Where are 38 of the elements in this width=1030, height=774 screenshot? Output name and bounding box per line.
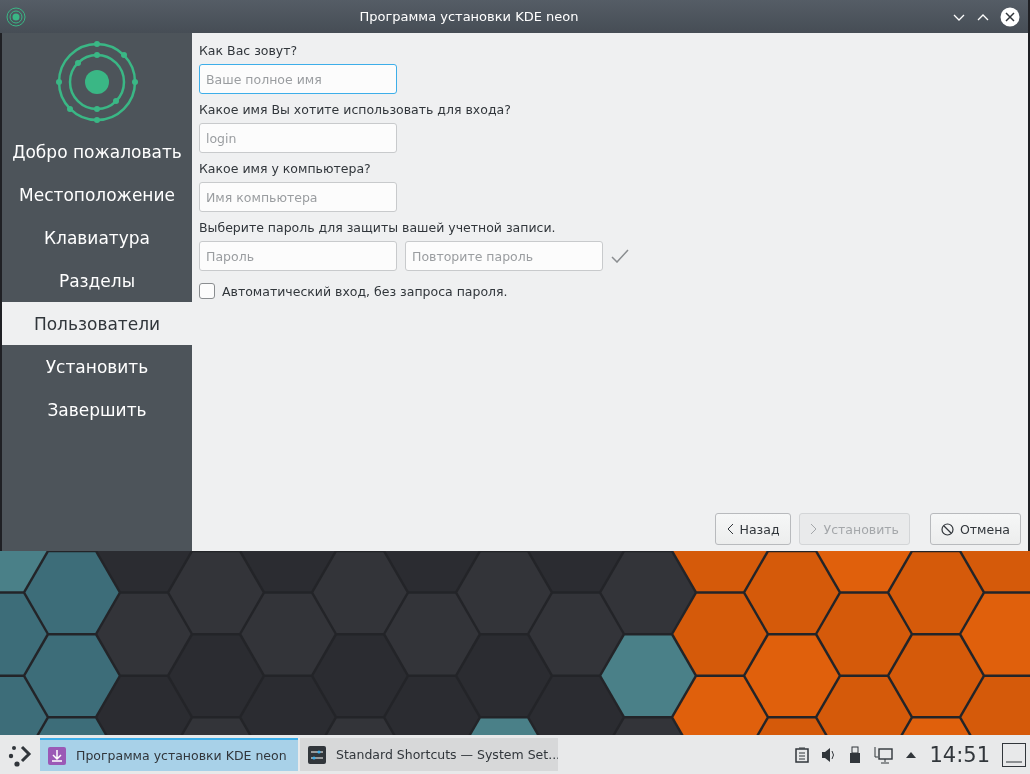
back-button[interactable]: Назад	[714, 513, 791, 545]
input-field[interactable]: login	[199, 123, 397, 153]
close-icon[interactable]	[1000, 6, 1020, 27]
clock: 14:51	[929, 742, 990, 767]
sidebar-step: Добро пожаловать	[2, 130, 192, 173]
chevron-right-icon	[809, 523, 818, 535]
sidebar-step: Разделы	[2, 259, 192, 302]
task-button[interactable]: Standard Shortcuts — System Set...	[300, 738, 558, 771]
atom-logo-icon	[6, 6, 26, 27]
checkbox-label: Автоматический вход, без запроса пароля.	[222, 283, 508, 299]
field-label: Как Вас зовут?	[199, 43, 299, 58]
sidebar-step: Клавиатура	[2, 216, 192, 259]
download-icon	[48, 746, 66, 765]
chevron-left-icon	[725, 523, 734, 535]
sidebar-step: Завершить	[2, 388, 192, 431]
task-button[interactable]: Программа установки KDE neon	[40, 738, 298, 771]
network-icon[interactable]	[873, 745, 894, 764]
input-field[interactable]: Пароль	[199, 241, 397, 271]
sidebar-step: Пользователи	[2, 302, 192, 345]
sliders-icon	[308, 745, 326, 764]
show-desktop-icon[interactable]	[1002, 742, 1026, 767]
cancel-icon	[940, 522, 954, 536]
window-title: Программа установки KDE neon	[358, 9, 580, 24]
field-label: Выберите пароль для защиты вашей учетной записи.	[199, 220, 557, 235]
sidebar-step: Местоположение	[2, 173, 192, 216]
atom-logo-icon	[56, 40, 138, 123]
field-label: Какое имя у компьютера?	[199, 161, 372, 176]
clipboard-icon[interactable]	[795, 746, 810, 763]
usb-drive-icon[interactable]	[849, 745, 862, 764]
checkbox[interactable]	[199, 283, 215, 299]
check-icon	[611, 249, 629, 263]
sidebar-step: Установить	[2, 345, 192, 388]
expand-arrow-icon[interactable]	[905, 750, 918, 759]
field-label: Какое имя Вы хотите использовать для входа?	[199, 102, 512, 117]
input-field[interactable]: Повторите пароль	[405, 241, 603, 271]
input-field[interactable]: Ваше полное имя	[199, 64, 397, 94]
cancel-button[interactable]: Отмена	[929, 513, 1021, 545]
input-field[interactable]: Имя компьютера	[199, 182, 397, 212]
